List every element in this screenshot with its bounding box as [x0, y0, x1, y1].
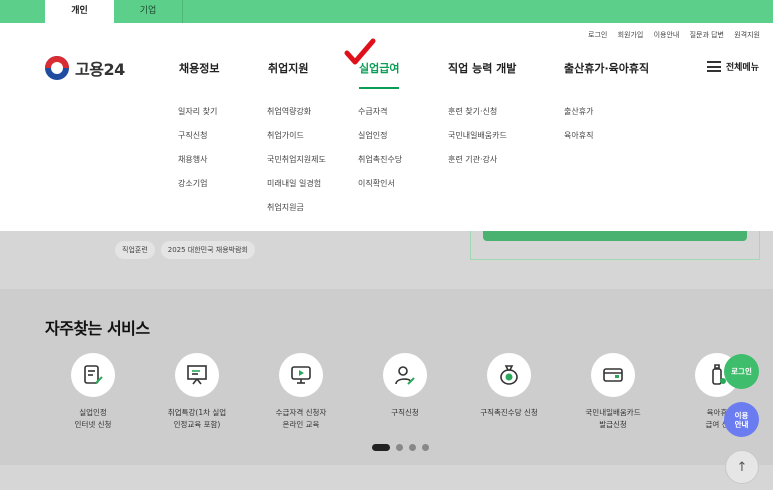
submenu-item[interactable]: 훈련 기관·강사	[448, 154, 507, 178]
submenu-item[interactable]: 일자리 찾기	[178, 106, 217, 130]
remote-support-link[interactable]: 원격지원	[734, 31, 760, 39]
submenu-item[interactable]: 취업지원금	[267, 202, 326, 226]
submenu-jobs: 일자리 찾기 구직신청 채용행사 강소기업	[178, 106, 217, 202]
nav-employment-support[interactable]: 취업지원	[268, 60, 308, 76]
document-pen-icon	[71, 353, 115, 397]
scroll-top-button[interactable]: ↑	[725, 450, 759, 484]
section-title: 자주찾는 서비스	[45, 319, 150, 338]
guide-link[interactable]: 이용안내	[654, 31, 680, 39]
keyword-tags: 직업훈련 2025 대한민국 채용박람회	[115, 241, 261, 259]
submenu-item[interactable]: 국민취업지원제도	[267, 154, 326, 178]
service-item[interactable]: 구직촉진수당 신청	[461, 353, 557, 419]
signup-link[interactable]: 회원가입	[618, 31, 644, 39]
submenu-item[interactable]: 육아휴직	[564, 130, 593, 154]
submenu-item[interactable]: 실업인정	[358, 130, 402, 154]
login-link[interactable]: 로그인	[588, 31, 607, 39]
submenu-item[interactable]: 취업역량강화	[267, 106, 326, 130]
submenu-item[interactable]: 이직확인서	[358, 178, 402, 202]
checkmark-icon	[344, 38, 376, 65]
service-label: 수급자격 신청자 온라인 교육	[275, 408, 327, 429]
top-tab-bar: 개인 기업	[0, 0, 773, 23]
utility-links: 로그인 회원가입 이용안내 질문과 답변 원격지원	[580, 30, 760, 40]
nav-jobs[interactable]: 채용정보	[179, 60, 219, 76]
carousel-dot-active[interactable]	[372, 444, 390, 451]
floating-login-button[interactable]: 로그인	[724, 354, 759, 389]
tab-company[interactable]: 기업	[114, 0, 183, 23]
service-item[interactable]: 수급자격 신청자 온라인 교육	[253, 353, 349, 431]
submenu-item[interactable]: 국민내일배움카드	[448, 130, 507, 154]
submenu-training: 훈련 찾기·신청 국민내일배움카드 훈련 기관·강사	[448, 106, 507, 178]
arrow-up-icon: ↑	[736, 459, 748, 475]
submenu-item[interactable]: 출산휴가	[564, 106, 593, 130]
header: 로그인 회원가입 이용안내 질문과 답변 원격지원 고용24 채용정보 취업지원…	[0, 23, 773, 231]
hamburger-icon	[706, 61, 721, 72]
submenu-item[interactable]: 미래내일 일경험	[267, 178, 326, 202]
login-box	[470, 231, 760, 260]
service-label: 구직신청	[391, 408, 419, 417]
carousel-dot[interactable]	[422, 444, 429, 451]
person-pen-icon	[383, 353, 427, 397]
floating-guide-button[interactable]: 이용 안내	[724, 402, 759, 437]
submenu-benefit: 수급자격 실업인정 취업촉진수당 이직확인서	[358, 106, 402, 202]
carousel-pagination	[372, 444, 435, 451]
frequent-services: 자주찾는 서비스 실업인정 인터넷 신청 취업특강(1차 실업 인정교육 포함)…	[0, 289, 773, 465]
service-item[interactable]: 취업특강(1차 실업 인정교육 포함)	[149, 353, 245, 431]
all-menu-button[interactable]: 전체메뉴	[706, 60, 759, 73]
nav-skills-development[interactable]: 직업 능력 개발	[448, 60, 516, 76]
submenu-item[interactable]: 훈련 찾기·신청	[448, 106, 507, 130]
service-item[interactable]: 구직신청	[357, 353, 453, 419]
submenu-item[interactable]: 취업가이드	[267, 130, 326, 154]
submenu-item[interactable]: 취업촉진수당	[358, 154, 402, 178]
all-menu-label: 전체메뉴	[725, 63, 759, 73]
keyword-tag[interactable]: 2025 대한민국 채용박람회	[160, 241, 255, 259]
submenu-item[interactable]: 강소기업	[178, 178, 217, 202]
service-label: 취업특강(1차 실업 인정교육 포함)	[167, 408, 227, 429]
carousel-dot[interactable]	[409, 444, 416, 451]
service-item[interactable]: 실업인정 인터넷 신청	[45, 353, 141, 431]
submenu-item[interactable]: 수급자격	[358, 106, 402, 130]
card-icon	[591, 353, 635, 397]
monitor-play-icon	[279, 353, 323, 397]
qna-link[interactable]: 질문과 답변	[690, 31, 724, 39]
submenu-item[interactable]: 구직신청	[178, 130, 217, 154]
submenu-item[interactable]: 채용행사	[178, 154, 217, 178]
bottom-area	[0, 465, 773, 490]
service-item[interactable]: 국민내일배움카드 발급신청	[565, 353, 661, 431]
tab-personal[interactable]: 개인	[45, 0, 114, 23]
submenu-support: 취업역량강화 취업가이드 국민취업지원제도 미래내일 일경험 취업지원금	[267, 106, 326, 226]
login-box-button[interactable]	[483, 231, 747, 241]
keyword-tag[interactable]: 직업훈련	[115, 241, 155, 259]
carousel-dot[interactable]	[396, 444, 403, 451]
service-label: 실업인정 인터넷 신청	[74, 408, 112, 429]
main-navigation: 채용정보 취업지원 실업급여 직업 능력 개발 출산휴가·육아휴직 전체메뉴	[0, 60, 773, 89]
money-bag-icon	[487, 353, 531, 397]
service-label: 국민내일배움카드 발급신청	[585, 408, 641, 429]
nav-parental-leave[interactable]: 출산휴가·육아휴직	[564, 60, 649, 76]
presentation-board-icon	[175, 353, 219, 397]
service-label: 구직촉진수당 신청	[480, 408, 538, 417]
submenu-leave: 출산휴가 육아휴직	[564, 106, 593, 154]
